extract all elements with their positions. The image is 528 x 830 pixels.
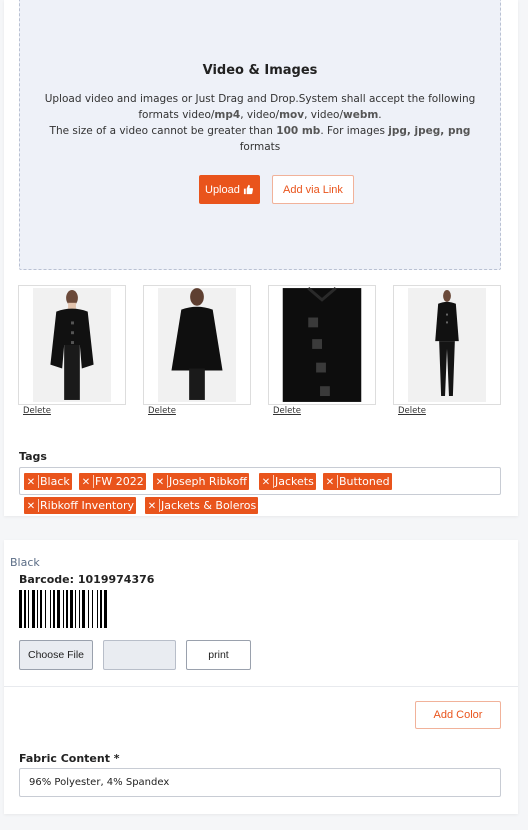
barcode-image: [19, 590, 107, 628]
dropzone-description: Upload video and images or Just Drag and…: [44, 93, 476, 153]
thumbs-up-icon: [243, 184, 253, 195]
close-icon[interactable]: ✕: [153, 474, 167, 491]
full-outfit-photo: [435, 290, 459, 397]
dropzone-title: Video & Images: [202, 63, 318, 78]
upload-dropzone[interactable]: Video & Images Upload video and images o…: [19, 0, 501, 270]
product-image-3[interactable]: [268, 285, 376, 405]
barcode-label: Barcode: 1019974376: [19, 573, 155, 586]
file-name-field: [103, 640, 176, 670]
close-icon[interactable]: ✕: [323, 474, 337, 491]
tag-chip: ✕ Black: [24, 473, 72, 490]
tags-label: Tags: [19, 450, 47, 463]
product-image-2[interactable]: [143, 285, 251, 405]
jacket-front-photo: [50, 290, 94, 400]
delete-image-2-link[interactable]: Delete: [148, 406, 176, 416]
add-color-button[interactable]: Add Color: [415, 701, 501, 729]
product-image-4[interactable]: [393, 285, 501, 405]
divider: [4, 686, 518, 687]
tag-chip: ✕ FW 2022: [79, 473, 146, 490]
print-button[interactable]: print: [186, 640, 251, 670]
tag-chip: ✕ Buttoned: [323, 473, 392, 490]
close-icon[interactable]: ✕: [259, 474, 273, 491]
jacket-detail-photo: [282, 286, 362, 402]
delete-image-3-link[interactable]: Delete: [273, 406, 301, 416]
close-icon[interactable]: ✕: [79, 474, 93, 491]
fabric-content-input[interactable]: [19, 768, 501, 797]
close-icon[interactable]: ✕: [145, 498, 159, 515]
upload-button[interactable]: Upload: [199, 175, 260, 204]
close-icon[interactable]: ✕: [24, 498, 38, 515]
tag-chip: ✕ Jackets: [259, 473, 316, 490]
choose-file-button[interactable]: Choose File: [19, 640, 93, 670]
tag-chip: ✕ Ribkoff Inventory: [24, 497, 137, 515]
jacket-back-photo: [171, 288, 223, 400]
product-image-1[interactable]: [18, 285, 126, 405]
color-name: Black: [10, 556, 40, 569]
fabric-content-label: Fabric Content *: [19, 752, 120, 765]
tag-chip: ✕ Joseph Ribkoff: [153, 473, 249, 490]
close-icon[interactable]: ✕: [24, 474, 38, 491]
tag-chip: ✕ Jackets & Boleros: [145, 497, 259, 515]
add-via-link-button[interactable]: Add via Link: [272, 175, 354, 204]
delete-image-4-link[interactable]: Delete: [398, 406, 426, 416]
delete-image-1-link[interactable]: Delete: [23, 406, 51, 416]
